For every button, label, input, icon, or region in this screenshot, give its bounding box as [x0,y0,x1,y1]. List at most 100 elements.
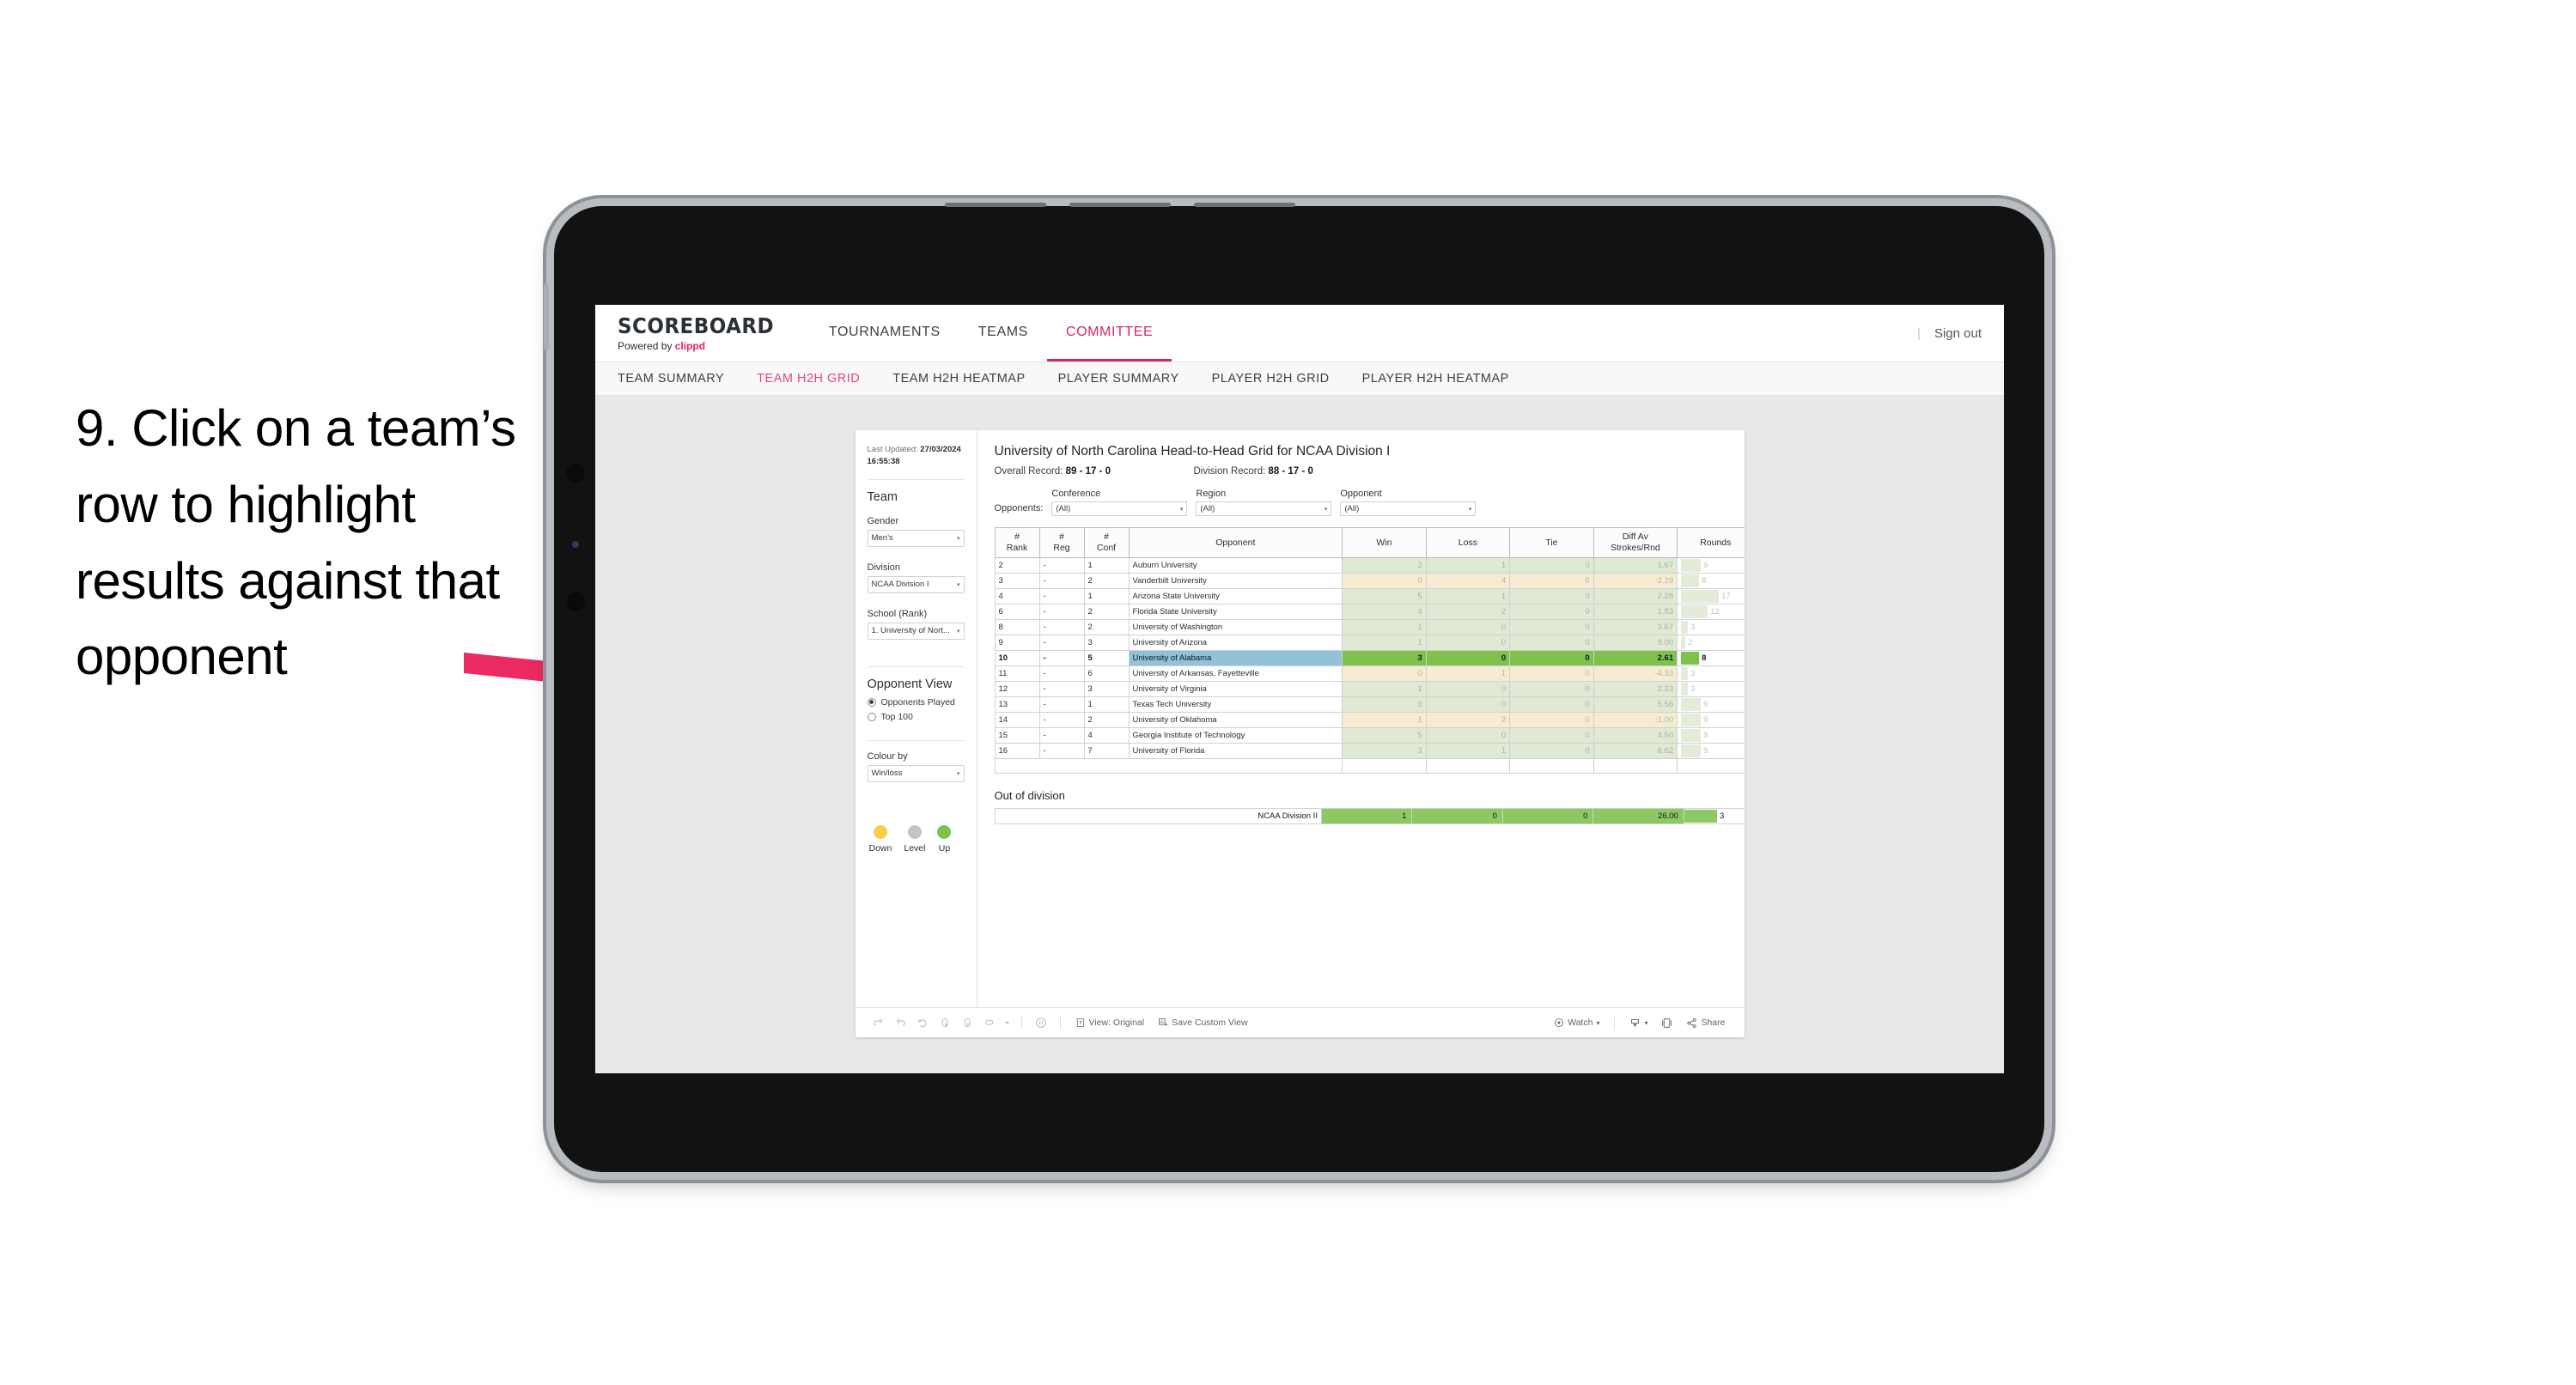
spacer-cell [994,758,1039,775]
nav-committee[interactable]: COMMITTEE [1046,305,1172,361]
tab-player-h2h-heatmap[interactable]: PLAYER H2H HEATMAP [1362,372,1509,386]
cell-loss: 0 [1425,727,1511,744]
fullscreen-button[interactable] [1654,1017,1679,1029]
table-row[interactable]: 14-2 University of Oklahoma 1 2 0 -1.00 9 [994,712,1745,729]
tab-player-summary[interactable]: PLAYER SUMMARY [1058,372,1179,386]
cell-rounds: 17 [1677,588,1745,605]
table-row[interactable]: 6-2 Florida State University 4 2 0 1.83 12 [994,604,1745,621]
tab-player-h2h-grid[interactable]: PLAYER H2H GRID [1212,372,1330,386]
cell-rounds: 9 [1677,712,1745,729]
school-rank-select[interactable]: 1. University of Nort... ▾ [867,622,965,640]
nav-tournaments[interactable]: TOURNAMENTS [810,305,959,361]
table-row[interactable]: 2-1 Auburn University 2 1 0 1.67 9 [994,557,1745,574]
table-row[interactable]: 9-3 University of Arizona 1 0 0 9.00 2 [994,635,1745,652]
last-updated: Last Updated: 27/03/2024 16:55:38 [868,444,965,468]
cell-diff: -4.33 [1592,665,1678,683]
rounds-value: 8 [1702,653,1707,664]
region-select[interactable]: (All) ▾ [1196,501,1332,516]
table-row[interactable]: NCAA Division II 1 0 0 26.00 3 [994,808,1745,825]
chevron-down-icon: ▾ [956,535,960,542]
view-original-button[interactable]: View: Original [1069,1017,1152,1028]
rounds-value: 17 [1721,592,1731,602]
filter-divider-2 [867,665,965,667]
cell-tie: 0 [1509,619,1594,636]
view-icon [1076,1018,1084,1027]
cell-loss: 1 [1425,743,1511,760]
save-view-icon [1159,1018,1168,1026]
radio-top-100[interactable]: Top 100 [867,712,965,722]
pause-refresh-icon[interactable] [957,1017,979,1029]
record-summary: Overall Record: 89 - 17 - 0 Division Rec… [995,466,1729,477]
opponent-select[interactable]: (All) ▾ [1340,501,1477,516]
rounds-value: 2 [1688,638,1693,648]
cell-conf: 3 [1083,681,1130,698]
tab-team-h2h-grid[interactable]: TEAM H2H GRID [757,372,860,386]
rounds-value: 9 [1703,731,1708,741]
legend-item-up: Up [937,824,952,853]
cell-opponent: Arizona State University [1128,588,1343,605]
watch-button[interactable]: Watch ▾ [1547,1017,1606,1028]
save-custom-view-button[interactable]: Save Custom View [1151,1017,1255,1028]
gender-select-value: Men’s [871,533,893,544]
cell-reg: - [1038,573,1085,590]
colour-by-select[interactable]: Win/loss ▾ [867,764,965,782]
division-select[interactable]: NCAA Division I ▾ [867,575,965,593]
rounds-value: 3 [1690,669,1696,679]
cell-win: 0 [1342,665,1427,683]
cell-rounds: 9 [1677,696,1745,714]
cell-rounds: 12 [1677,604,1745,621]
cell-loss: 0 [1425,635,1511,652]
device-volume-button[interactable] [544,283,549,350]
nav-teams[interactable]: TEAMS [959,305,1047,361]
colour-by-select-value: Win/loss [871,768,903,779]
legend-label-down: Down [868,842,892,853]
chevron-down-icon[interactable] [1002,1020,1014,1026]
cell-diff: -2.29 [1592,573,1678,590]
dashboard-body: Last Updated: 27/03/2024 16:55:38 Team G… [856,430,1745,1007]
redo-icon[interactable] [890,1017,912,1029]
gender-select[interactable]: Men’s ▾ [867,529,965,547]
col-reg-hash: # [1059,532,1064,542]
refresh-icon[interactable] [935,1017,957,1029]
radio-opponents-played[interactable]: Opponents Played [867,697,965,708]
pause-icon[interactable] [1030,1017,1052,1029]
cell-loss: 2 [1425,604,1511,621]
revert-icon[interactable] [912,1017,935,1029]
cell-win: 5 [1342,588,1427,605]
cell-loss: 0 [1425,650,1511,667]
opponent-filter-label: Opponent [1340,489,1382,499]
cell-rank: 14 [994,712,1040,729]
conference-select[interactable]: (All) ▾ [1051,501,1188,516]
h2h-grid-head: # Rank # Reg # Conf Opponent Win Loss Tie D… [994,526,1745,559]
cell-tie: 0 [1509,588,1594,605]
region-filter: Region (All) ▾ [1196,489,1332,516]
sign-out-link[interactable]: Sign out [1934,326,1982,341]
spacer-cell [1084,758,1129,775]
download-button[interactable]: ▾ [1623,1017,1654,1029]
share-button[interactable]: Share [1679,1017,1732,1029]
top-nav-items: TOURNAMENTS TEAMS COMMITTEE [810,305,1172,361]
cell-tie: 0 [1509,727,1594,744]
table-row[interactable]: 12-3 University of Virginia 1 0 0 2.33 3 [994,681,1745,698]
rounds-bar [1681,605,1708,619]
undo-icon[interactable] [868,1017,890,1029]
cell-rank: 15 [994,727,1040,744]
col-win: Win [1342,526,1427,559]
table-row[interactable]: 16-7 University of Florida 3 1 0 6.62 9 [994,743,1745,760]
brand-logo[interactable]: SCOREBOARD Powered by clippd [595,305,810,361]
table-row[interactable]: 11-6 University of Arkansas, Fayetteville… [994,665,1745,683]
cell-rank: 12 [994,681,1040,698]
table-row[interactable]: 8-2 University of Washington 1 0 0 3.67 3 [994,619,1745,636]
table-row[interactable]: 10-5 University of Alabama 3 0 0 2.61 8 [994,650,1745,667]
tab-team-summary[interactable]: TEAM SUMMARY [618,372,724,386]
cell-tie: 0 [1509,650,1594,667]
table-row[interactable]: 3-2 Vanderbilt University 0 4 0 -2.29 8 [994,573,1745,590]
table-row[interactable]: 15-4 Georgia Institute of Technology 5 0 0 4.… [994,727,1745,744]
cell-tie: 0 [1509,573,1594,590]
pause-auto-update-icon[interactable] [979,1017,1002,1029]
table-row[interactable]: 4-1 Arizona State University 5 1 0 2.28 17 [994,588,1745,605]
table-row[interactable]: 13-1 Texas Tech University 3 0 0 5.56 9 [994,696,1745,714]
cell-tie: 0 [1509,635,1594,652]
rounds-value: 12 [1710,607,1720,617]
tab-team-h2h-heatmap[interactable]: TEAM H2H HEATMAP [892,372,1025,386]
